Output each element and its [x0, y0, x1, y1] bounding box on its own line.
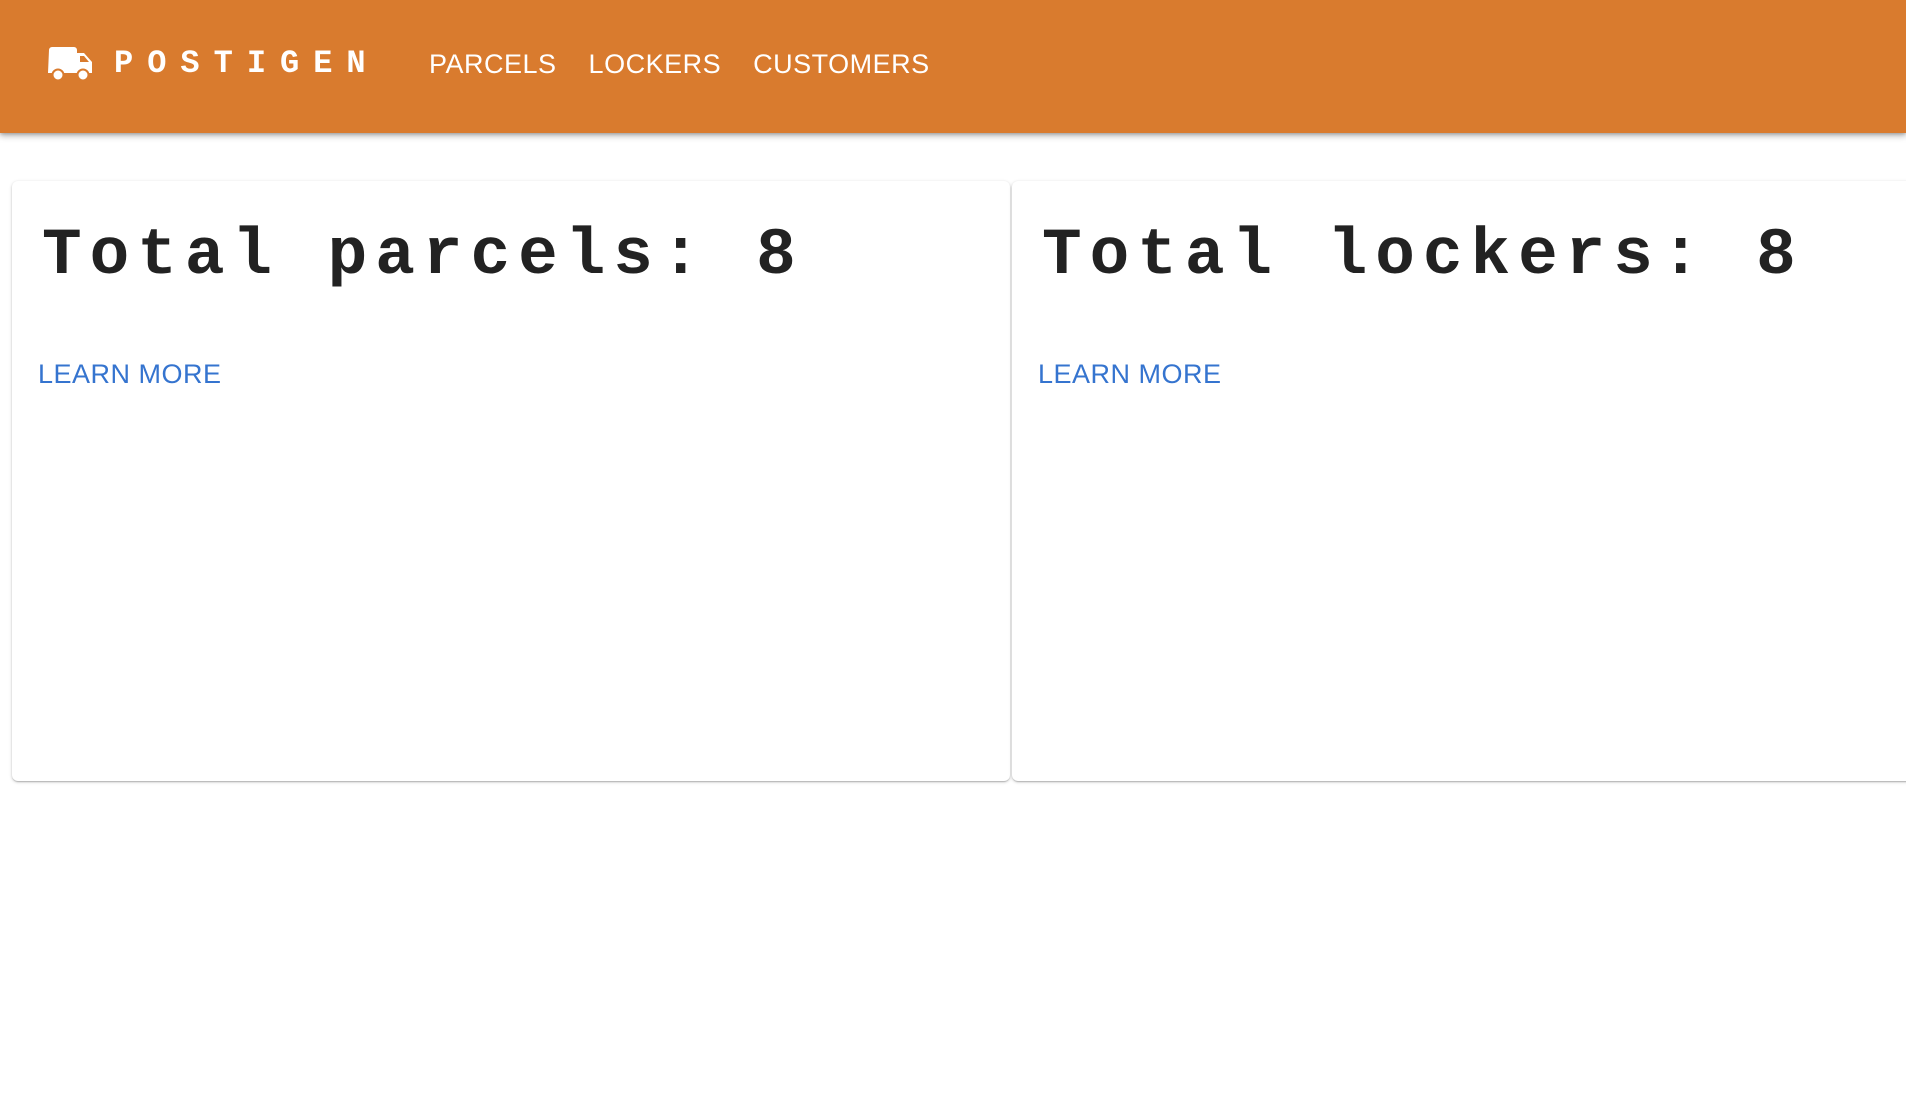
- dashboard-cards: Total parcels: 8 LEARN MORE Total locker…: [12, 181, 1906, 781]
- brand-logo[interactable]: POSTIGEN: [48, 44, 380, 84]
- nav-parcels[interactable]: PARCELS: [413, 44, 573, 84]
- parcels-card: Total parcels: 8 LEARN MORE: [12, 181, 1010, 781]
- parcels-learn-more-button[interactable]: LEARN MORE: [38, 354, 222, 394]
- brand-name: POSTIGEN: [114, 45, 380, 82]
- lockers-learn-more-button[interactable]: LEARN MORE: [1038, 354, 1222, 394]
- main-nav: PARCELS LOCKERS CUSTOMERS: [413, 44, 946, 84]
- truck-icon: [48, 47, 92, 81]
- lockers-total: Total lockers: 8: [1042, 218, 1804, 293]
- nav-lockers[interactable]: LOCKERS: [573, 44, 738, 84]
- app-bar: POSTIGEN PARCELS LOCKERS CUSTOMERS: [0, 0, 1906, 133]
- lockers-card: Total lockers: 8 LEARN MORE: [1012, 181, 1906, 781]
- parcels-total: Total parcels: 8: [42, 218, 804, 293]
- nav-customers[interactable]: CUSTOMERS: [737, 44, 946, 84]
